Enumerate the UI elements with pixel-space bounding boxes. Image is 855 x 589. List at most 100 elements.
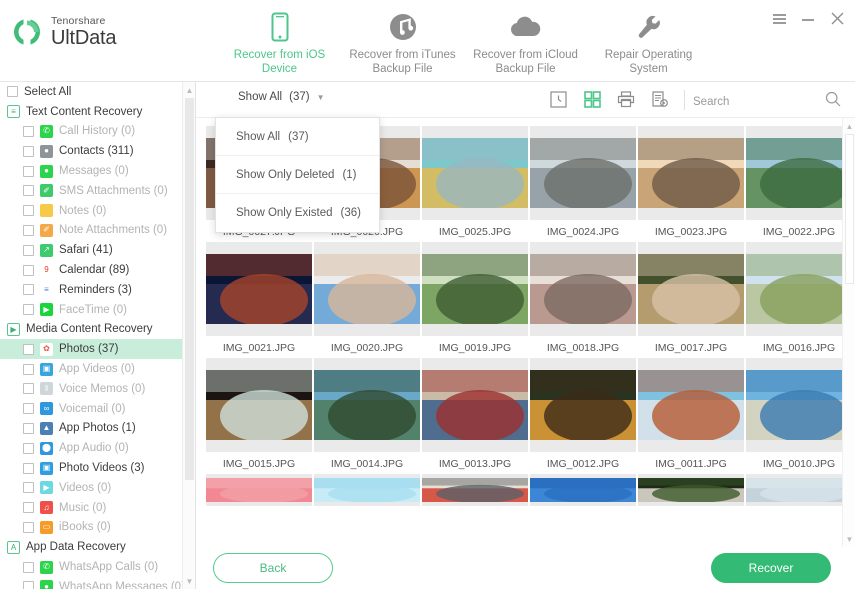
photo-cell[interactable] [206, 474, 312, 525]
checkbox[interactable] [23, 125, 34, 137]
grid-scrollbar[interactable]: ▲ ▼ [842, 118, 855, 547]
sidebar-item-voice-memos[interactable]: ‖ Voice Memos (0) [0, 379, 195, 399]
grid-scroll-down-icon[interactable]: ▼ [843, 532, 855, 546]
dropdown-item-show-all[interactable]: Show All (37) [216, 118, 379, 156]
photo-cell[interactable]: IMG_0015.JPG [206, 358, 312, 471]
print-icon[interactable] [616, 89, 636, 109]
sidebar-item-notes[interactable]: Notes (0) [0, 201, 195, 221]
sidebar-scroll-thumb[interactable] [185, 98, 194, 480]
photo-cell[interactable]: IMG_0010.JPG [746, 358, 852, 471]
checkbox[interactable] [23, 145, 34, 157]
grid-scroll-thumb[interactable] [845, 134, 854, 284]
search-input[interactable] [691, 94, 801, 109]
sidebar-item-whatsapp-messages[interactable]: ● WhatsApp Messages (0) [0, 577, 195, 589]
sidebar-item-app-photos[interactable]: ▲ App Photos (1) [0, 419, 195, 439]
photo-cell[interactable] [530, 474, 636, 525]
sidebar-item-facetime[interactable]: ▶ FaceTime (0) [0, 300, 195, 320]
checkbox[interactable] [23, 462, 34, 474]
photo-thumbnail[interactable] [746, 242, 852, 336]
tab-recover-from-ios-device[interactable]: Recover from iOS Device [218, 6, 341, 88]
photo-thumbnail[interactable] [746, 474, 852, 506]
photo-thumbnail[interactable] [638, 474, 744, 506]
photo-thumbnail[interactable] [530, 474, 636, 506]
checkbox[interactable] [23, 403, 34, 415]
checkbox[interactable] [23, 521, 34, 533]
sidebar-item-voicemail[interactable]: ∞ Voicemail (0) [0, 399, 195, 419]
checkbox[interactable] [23, 343, 34, 355]
photo-cell[interactable] [314, 474, 420, 525]
photo-thumbnail[interactable] [530, 126, 636, 220]
photo-cell[interactable]: IMG_0016.JPG [746, 242, 852, 355]
checkbox[interactable] [23, 264, 34, 276]
recover-button[interactable]: Recover [711, 553, 831, 583]
checkbox[interactable] [23, 442, 34, 454]
photo-thumbnail[interactable] [422, 358, 528, 452]
checkbox[interactable] [23, 383, 34, 395]
photo-thumbnail[interactable] [530, 358, 636, 452]
checkbox[interactable] [23, 205, 34, 217]
show-all-filter-button[interactable]: Show All (37) ▼ [238, 91, 324, 103]
photo-cell[interactable]: IMG_0013.JPG [422, 358, 528, 471]
checkbox[interactable] [23, 224, 34, 236]
photo-cell[interactable]: IMG_0017.JPG [638, 242, 744, 355]
sidebar-item-music[interactable]: ♫ Music (0) [0, 498, 195, 518]
back-button[interactable]: Back [213, 553, 333, 583]
photo-thumbnail[interactable] [314, 474, 420, 506]
sidebar-item-calendar[interactable]: 9 Calendar (89) [0, 260, 195, 280]
photo-cell[interactable] [746, 474, 852, 525]
photo-thumbnail[interactable] [206, 358, 312, 452]
photo-thumbnail[interactable] [638, 358, 744, 452]
scroll-up-icon[interactable]: ▲ [183, 83, 195, 97]
close-icon[interactable] [830, 11, 845, 26]
checkbox[interactable] [23, 244, 34, 256]
photo-thumbnail[interactable] [422, 126, 528, 220]
dropdown-item-show-only-deleted[interactable]: Show Only Deleted (1) [216, 156, 379, 194]
photo-cell[interactable]: IMG_0018.JPG [530, 242, 636, 355]
photo-thumbnail[interactable] [206, 474, 312, 506]
photo-thumbnail[interactable] [746, 358, 852, 452]
sidebar-item-whatsapp-calls[interactable]: ✆ WhatsApp Calls (0) [0, 557, 195, 577]
photo-thumbnail[interactable] [206, 242, 312, 336]
photo-cell[interactable]: IMG_0021.JPG [206, 242, 312, 355]
photo-cell[interactable]: IMG_0020.JPG [314, 242, 420, 355]
photo-cell[interactable]: IMG_0025.JPG [422, 126, 528, 239]
checkbox[interactable] [23, 363, 34, 375]
sidebar-item-sms-attachments[interactable]: ✐ SMS Attachments (0) [0, 181, 195, 201]
checkbox[interactable] [23, 304, 34, 316]
checkbox[interactable] [23, 284, 34, 296]
photo-cell[interactable]: IMG_0024.JPG [530, 126, 636, 239]
photo-cell[interactable] [422, 474, 528, 525]
photo-cell[interactable]: IMG_0012.JPG [530, 358, 636, 471]
photo-thumbnail[interactable] [638, 126, 744, 220]
sidebar-group-text-content-recovery[interactable]: ≡ Text Content Recovery [0, 102, 195, 122]
sidebar-item-videos[interactable]: ▶ Videos (0) [0, 478, 195, 498]
grid-view-icon[interactable] [582, 89, 602, 109]
hamburger-icon[interactable] [772, 11, 787, 26]
sidebar-item-photo-videos[interactable]: ▣ Photo Videos (3) [0, 458, 195, 478]
photo-cell[interactable]: IMG_0011.JPG [638, 358, 744, 471]
tab-recover-from-itunes-backup[interactable]: Recover from iTunes Backup File [341, 6, 464, 82]
photo-cell[interactable]: IMG_0023.JPG [638, 126, 744, 239]
grid-scroll-up-icon[interactable]: ▲ [843, 119, 855, 133]
photo-cell[interactable]: IMG_0019.JPG [422, 242, 528, 355]
checkbox[interactable] [23, 502, 34, 514]
photo-thumbnail[interactable] [638, 242, 744, 336]
checkbox[interactable] [23, 165, 34, 177]
photo-thumbnail[interactable] [746, 126, 852, 220]
checkbox[interactable] [23, 581, 34, 589]
sidebar-item-note-attachments[interactable]: ✐ Note Attachments (0) [0, 221, 195, 241]
tab-recover-from-icloud-backup[interactable]: Recover from iCloud Backup File [464, 6, 587, 82]
photo-thumbnail[interactable] [422, 242, 528, 336]
sidebar-item-call-history[interactable]: ✆ Call History (0) [0, 122, 195, 142]
history-clock-icon[interactable] [548, 89, 568, 109]
sidebar-item-messages[interactable]: ● Messages (0) [0, 161, 195, 181]
checkbox[interactable] [7, 86, 18, 98]
sidebar-item-app-videos[interactable]: ▣ App Videos (0) [0, 359, 195, 379]
sidebar-group-media-content-recovery[interactable]: ▶ Media Content Recovery [0, 320, 195, 340]
photo-thumbnail[interactable] [314, 358, 420, 452]
sidebar-scrollbar[interactable]: ▲ ▼ [182, 82, 195, 589]
search-icon[interactable] [825, 91, 841, 112]
show-all-dropdown-menu[interactable]: Show All (37) Show Only Deleted (1) Show Onl… [215, 117, 380, 233]
photo-thumbnail[interactable] [530, 242, 636, 336]
sidebar-item-photos[interactable]: ✿ Photos (37) [0, 339, 195, 360]
